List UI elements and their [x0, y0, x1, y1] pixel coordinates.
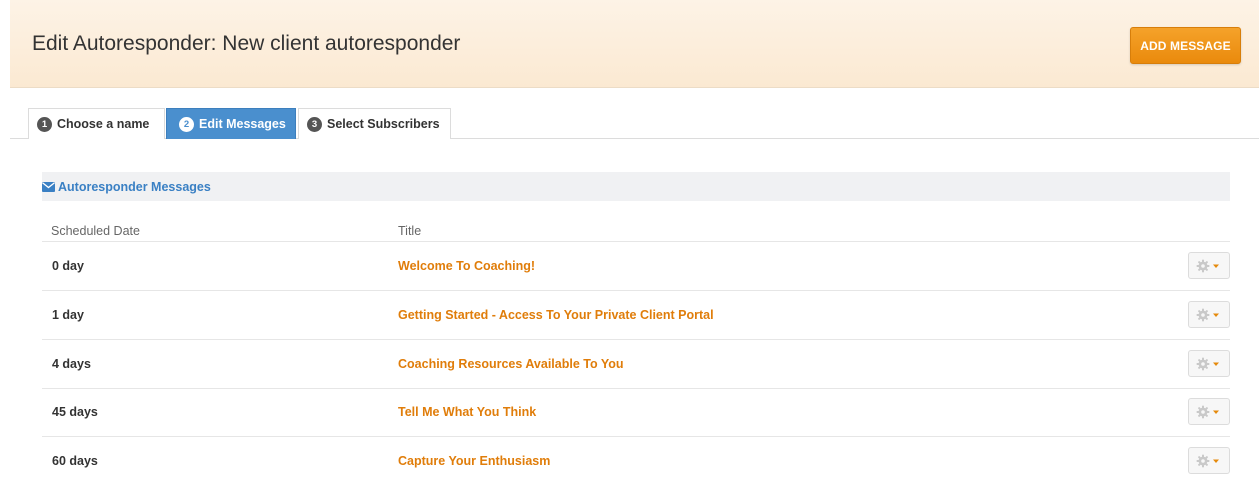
- add-message-button[interactable]: ADD MESSAGE: [1130, 27, 1241, 64]
- gear-icon: [1196, 454, 1219, 467]
- row-actions-button[interactable]: [1188, 301, 1230, 328]
- tab-label: Edit Messages: [199, 117, 286, 131]
- step-number-badge: 2: [179, 116, 194, 132]
- row-actions-button[interactable]: [1188, 447, 1230, 474]
- step-number-badge: 3: [307, 116, 322, 132]
- row-divider: [42, 388, 1230, 389]
- message-title-link[interactable]: Capture Your Enthusiasm: [398, 454, 550, 468]
- gear-icon: [1196, 357, 1219, 370]
- tab-select-subscribers[interactable]: 3 Select Subscribers: [298, 108, 451, 139]
- row-actions-button[interactable]: [1188, 350, 1230, 377]
- row-actions-button[interactable]: [1188, 252, 1230, 279]
- row-divider: [42, 290, 1230, 291]
- tab-label: Select Subscribers: [327, 117, 440, 131]
- column-header-title: Title: [398, 224, 422, 238]
- row-divider: [42, 339, 1230, 340]
- tab-label: Choose a name: [57, 117, 150, 131]
- row-divider: [42, 436, 1230, 437]
- message-title-link[interactable]: Getting Started - Access To Your Private…: [398, 308, 714, 322]
- message-title-link[interactable]: Tell Me What You Think: [398, 405, 536, 419]
- page-header: Edit Autoresponder: New client autorespo…: [10, 0, 1259, 88]
- scheduled-date: 45 days: [52, 405, 98, 419]
- panel-heading: Autoresponder Messages: [42, 172, 1230, 201]
- page-title: Edit Autoresponder: New client autorespo…: [32, 32, 461, 55]
- scheduled-date: 0 day: [52, 259, 84, 273]
- wizard-tabs: 1 Choose a name 2 Edit Messages 3 Select…: [10, 108, 1259, 139]
- tab-choose-name[interactable]: 1 Choose a name: [28, 108, 165, 139]
- row-divider: [42, 241, 1230, 242]
- panel-heading-text: Autoresponder Messages: [58, 179, 211, 194]
- column-header-scheduled-date: Scheduled Date: [51, 224, 140, 238]
- gear-icon: [1196, 259, 1219, 272]
- scheduled-date: 1 day: [52, 308, 84, 322]
- scheduled-date: 60 days: [52, 454, 98, 468]
- gear-icon: [1196, 308, 1219, 321]
- message-title-link[interactable]: Welcome To Coaching!: [398, 259, 535, 273]
- tab-edit-messages[interactable]: 2 Edit Messages: [166, 108, 296, 139]
- gear-icon: [1196, 405, 1219, 418]
- step-number-badge: 1: [37, 116, 52, 132]
- scheduled-date: 4 days: [52, 357, 91, 371]
- row-actions-button[interactable]: [1188, 398, 1230, 425]
- envelope-icon: [42, 181, 55, 192]
- message-title-link[interactable]: Coaching Resources Available To You: [398, 357, 624, 371]
